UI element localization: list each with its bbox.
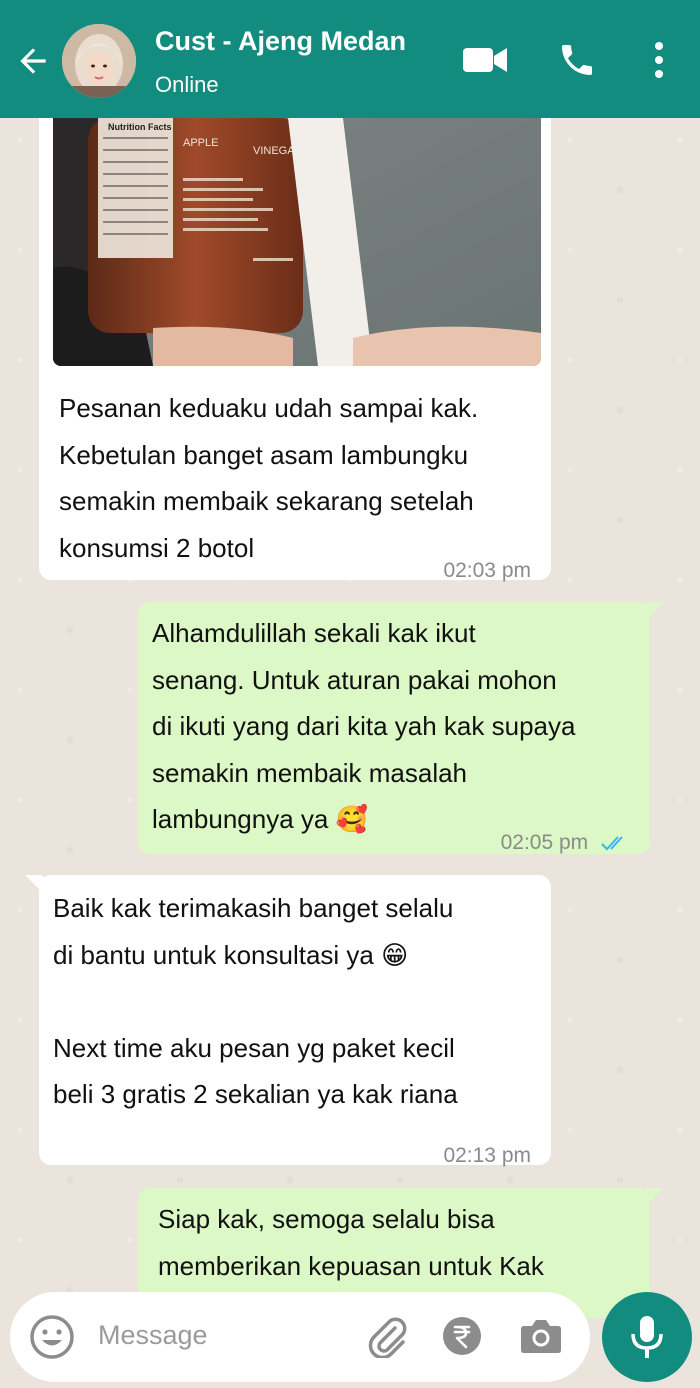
- back-arrow-icon[interactable]: [14, 42, 52, 80]
- message-text: Pesanan keduaku udah sampai kak. Kebetul…: [59, 393, 479, 563]
- nutrition-label-text: Nutrition Facts: [108, 122, 172, 132]
- bubble-tail: [646, 1188, 664, 1206]
- outgoing-message[interactable]: Alhamdulillah sekali kak ikut senang. Un…: [138, 602, 664, 854]
- voice-call-icon[interactable]: [557, 40, 597, 80]
- contact-status: Online: [155, 72, 219, 97]
- message-time: 02:03 pm: [443, 559, 531, 582]
- emoji-icon[interactable]: [28, 1313, 76, 1361]
- incoming-message[interactable]: Baik kak terimakasih banget selalu di ba…: [25, 875, 551, 1167]
- chat-header: Cust - Ajeng Medan Online: [0, 0, 700, 118]
- read-ticks-icon: [601, 836, 623, 851]
- incoming-message-image[interactable]: Nutrition Facts APPLE VINEGAR Pesanan ke…: [39, 100, 551, 582]
- message-input-bar: Message: [10, 1292, 590, 1382]
- message-text: Baik kak terimakasih banget selalu di ba…: [53, 893, 458, 1109]
- bubble-tail: [646, 602, 664, 620]
- rupee-payment-icon[interactable]: [442, 1316, 482, 1356]
- message-text: Alhamdulillah sekali kak ikut senang. Un…: [152, 618, 576, 834]
- avatar[interactable]: [62, 24, 136, 98]
- contact-name[interactable]: Cust - Ajeng Medan: [155, 26, 406, 57]
- bottle-label-apple: APPLE: [183, 137, 218, 149]
- message-input[interactable]: Message: [98, 1320, 208, 1351]
- bubble-tail: [25, 875, 43, 893]
- camera-icon[interactable]: [520, 1316, 562, 1356]
- message-text: Siap kak, semoga selalu bisa memberikan …: [158, 1204, 544, 1281]
- more-options-icon[interactable]: [650, 40, 668, 80]
- video-call-icon[interactable]: [463, 44, 508, 76]
- message-time: 02:05 pm: [501, 820, 630, 867]
- product-photo[interactable]: Nutrition Facts APPLE VINEGAR: [53, 118, 541, 366]
- attach-icon[interactable]: [365, 1314, 409, 1358]
- microphone-icon: [631, 1316, 663, 1358]
- message-time: 02:13 pm: [443, 1144, 531, 1167]
- message-time-text: 02:05 pm: [500, 831, 589, 854]
- voice-record-button[interactable]: [602, 1292, 692, 1382]
